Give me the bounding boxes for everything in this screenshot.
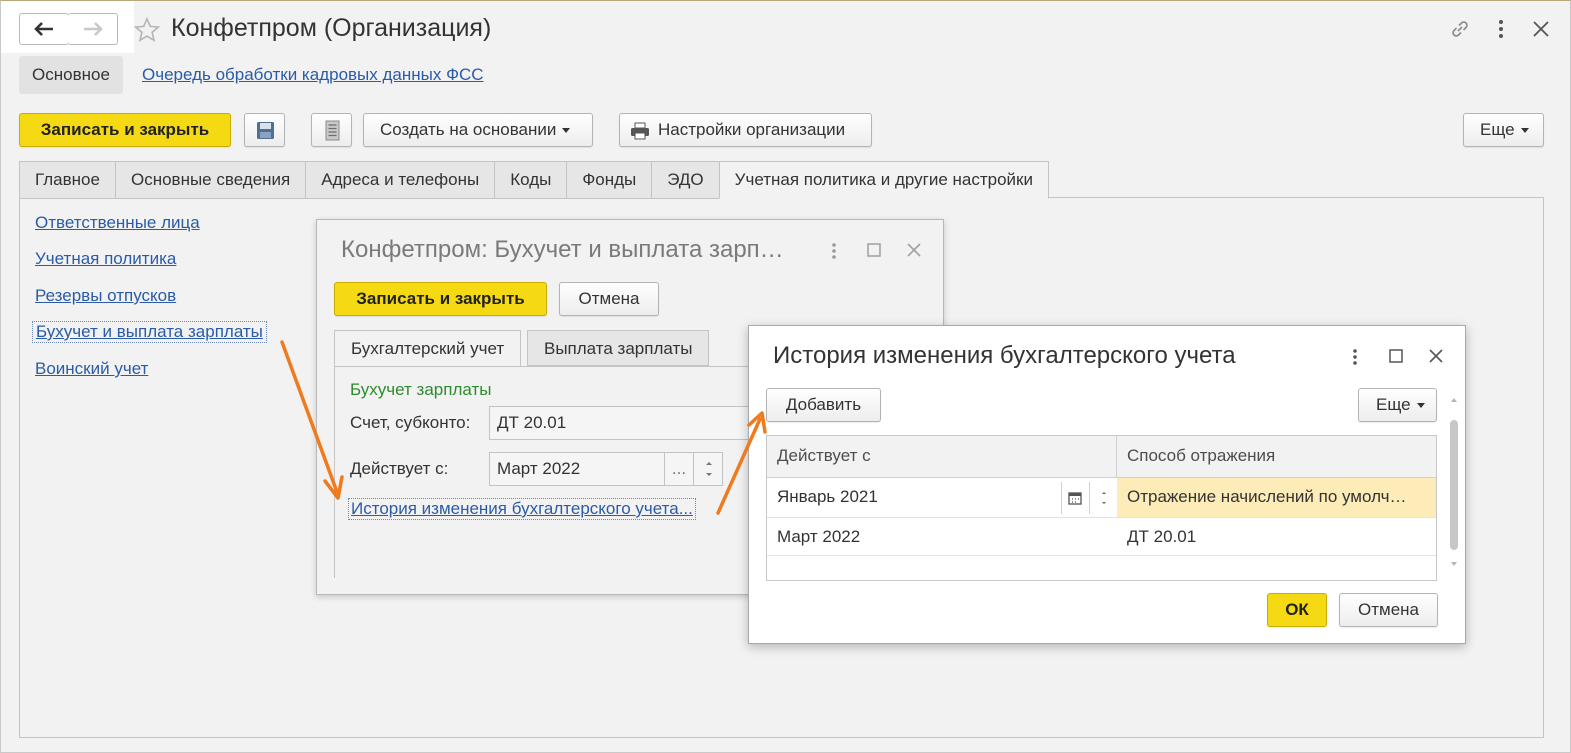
more-vertical-icon[interactable] [1491, 18, 1511, 40]
back-button[interactable] [19, 13, 69, 45]
printer-icon [631, 122, 649, 140]
floppy-disk-icon [257, 122, 274, 139]
tab-accounting[interactable]: Бухгалтерский учет [334, 330, 522, 367]
spinner-arrows-icon [706, 462, 712, 476]
tab-funds[interactable]: Фонды [566, 161, 652, 199]
close-icon[interactable] [906, 242, 922, 258]
tab-main[interactable]: Главное [19, 161, 115, 199]
close-icon[interactable] [1531, 18, 1551, 40]
method-cell[interactable]: Отражение начислений по умолч… [1117, 478, 1436, 517]
table-row[interactable]: Март 2022 ДТ 20.01 [767, 518, 1436, 557]
favorite-star-icon[interactable] [133, 16, 161, 44]
select-button[interactable]: ... [664, 452, 694, 486]
account-label: Счет, субконто: [350, 413, 471, 432]
navigation-panel [0, 0, 134, 53]
org-settings-label: Настройки организации [658, 120, 846, 139]
section-title: Бухучет зарплаты [350, 380, 492, 399]
cancel-button[interactable]: Отмена [559, 282, 659, 316]
forward-button[interactable] [68, 13, 118, 45]
save-and-close-button[interactable]: Записать и закрыть [19, 113, 231, 147]
tab-main-page[interactable]: Основное [19, 56, 123, 94]
tab-codes[interactable]: Коды [494, 161, 567, 199]
date-cell[interactable]: Январь 2021 [767, 478, 1061, 517]
chevron-down-icon [1520, 128, 1529, 134]
chevron-down-icon [1416, 403, 1425, 409]
tab-accounting-policy[interactable]: Учетная политика и другие настройки [718, 161, 1049, 199]
more-label: Еще [1480, 120, 1515, 139]
report-button[interactable] [311, 113, 352, 147]
create-based-on-label: Создать на основании [380, 120, 557, 139]
document-list-icon [325, 120, 340, 141]
date-spinner[interactable] [693, 452, 723, 486]
add-button[interactable]: Добавить [766, 388, 881, 422]
arrow-right-icon [83, 22, 103, 36]
maximize-icon[interactable] [866, 242, 882, 258]
account-field[interactable]: ДТ 20.01 [489, 406, 755, 440]
maximize-icon[interactable] [1388, 348, 1404, 364]
scrollbar-thumb[interactable] [1450, 420, 1458, 550]
arrow-left-icon [34, 22, 53, 36]
more-vertical-icon[interactable] [1347, 347, 1363, 367]
more-button[interactable]: Еще [1358, 388, 1437, 422]
more-button[interactable]: Еще [1463, 113, 1544, 147]
tab-edo[interactable]: ЭДО [651, 161, 719, 199]
link-icon[interactable] [1449, 18, 1471, 40]
sidebar-item-payroll-accounting[interactable]: Бухучет и выплата зарплаты [32, 321, 267, 343]
ok-button[interactable]: ОК [1267, 593, 1327, 627]
method-cell[interactable]: ДТ 20.01 [1117, 518, 1436, 557]
column-header-date[interactable]: Действует с [767, 436, 1117, 478]
date-spinner[interactable] [1089, 482, 1117, 514]
date-cell[interactable]: Март 2022 [767, 518, 1117, 557]
scrollbar[interactable] [1448, 396, 1460, 572]
accounting-history-dialog: История изменения бухгалтерского учета Д… [748, 325, 1466, 644]
more-vertical-icon[interactable] [826, 241, 842, 261]
tab-basic-info[interactable]: Основные сведения [114, 161, 306, 199]
chevron-down-icon [562, 128, 571, 134]
sidebar-item-military[interactable]: Воинский учет [35, 359, 148, 379]
dialog-title: Конфетпром: Бухучет и выплата зарп… [341, 236, 784, 263]
window-title: Конфетпром (Организация) [171, 14, 492, 42]
tab-addresses[interactable]: Адреса и телефоны [305, 161, 495, 199]
cancel-button[interactable]: Отмена [1339, 593, 1438, 627]
date-label: Действует с: [350, 459, 449, 478]
history-link[interactable]: История изменения бухгалтерского учета..… [348, 498, 696, 520]
history-table: Действует с Способ отражения Январь 2021… [766, 435, 1437, 581]
tab-payroll-payment[interactable]: Выплата зарплаты [527, 330, 710, 366]
column-header-method[interactable]: Способ отражения [1117, 436, 1436, 478]
sidebar-item-policy[interactable]: Учетная политика [35, 249, 176, 269]
fss-queue-link[interactable]: Очередь обработки кадровых данных ФСС [142, 65, 484, 85]
spinner-arrows-icon [1102, 492, 1106, 504]
sidebar-item-vacation-reserves[interactable]: Резервы отпусков [35, 286, 176, 306]
sidebar-item-responsible[interactable]: Ответственные лица [35, 213, 200, 233]
scroll-up-icon[interactable] [1450, 396, 1458, 404]
main-tabs: Главное Основные сведения Адреса и телеф… [19, 161, 1049, 199]
save-and-close-button[interactable]: Записать и закрыть [334, 282, 547, 316]
close-icon[interactable] [1428, 348, 1444, 364]
org-settings-button[interactable]: Настройки организации [619, 113, 872, 147]
table-row[interactable]: Январь 2021 Отражение начислений по умол… [767, 478, 1436, 518]
more-label: Еще [1376, 395, 1411, 414]
calendar-button[interactable] [1061, 482, 1089, 514]
calendar-icon [1068, 492, 1082, 505]
dialog-title: История изменения бухгалтерского учета [773, 342, 1236, 369]
create-based-on-button[interactable]: Создать на основании [363, 113, 593, 147]
date-field[interactable]: Март 2022 [489, 452, 665, 486]
save-button[interactable] [244, 113, 285, 147]
scroll-down-icon[interactable] [1450, 560, 1458, 568]
